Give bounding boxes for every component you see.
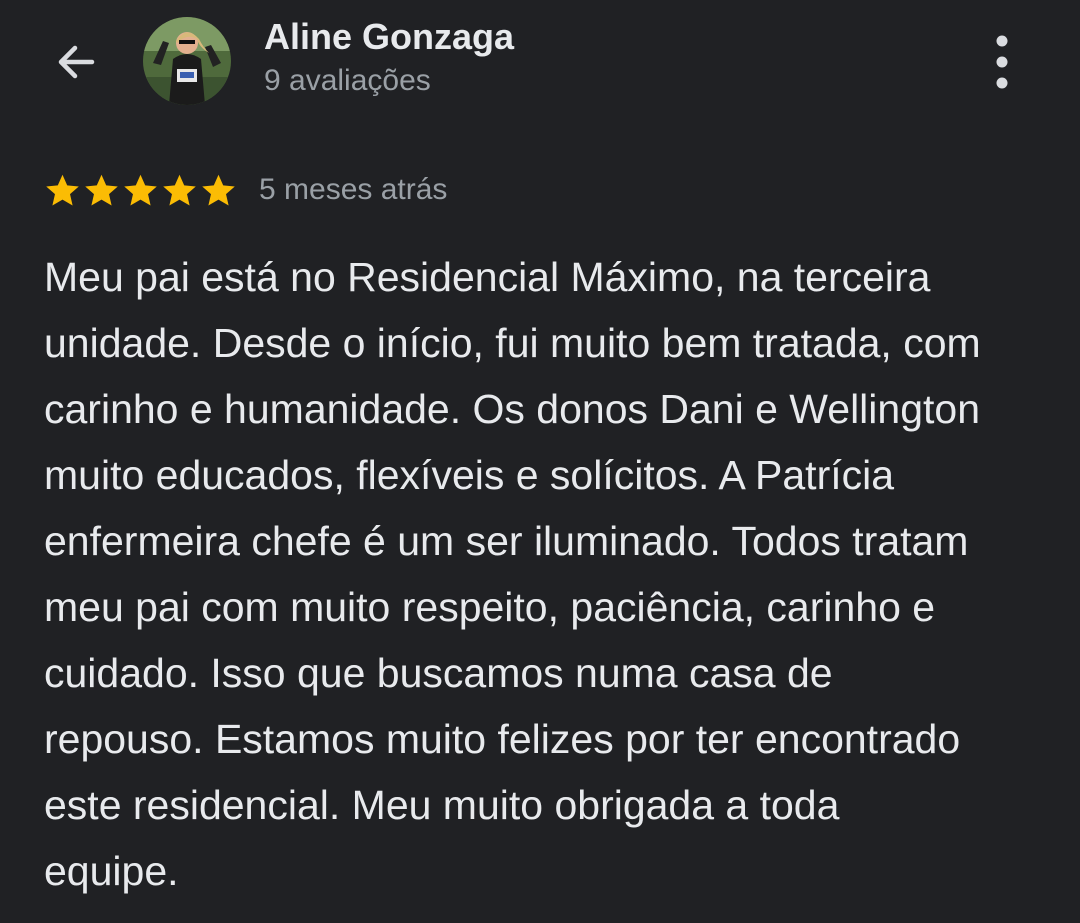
star-icon [124, 174, 157, 206]
review-text: Meu pai está no Residencial Máximo, na t… [44, 254, 981, 894]
reviewer-name[interactable]: Aline Gonzaga [264, 16, 514, 58]
rating-row: 5 meses atrás [44, 168, 447, 212]
star-icon [163, 174, 196, 206]
review-date: 5 meses atrás [259, 173, 448, 206]
arrow-left-icon [58, 45, 95, 79]
more-vert-icon [996, 35, 1008, 89]
profile-photo [143, 17, 231, 105]
star-rating [44, 172, 239, 209]
review-count: 9 avaliações [264, 64, 431, 97]
avatar[interactable] [143, 17, 231, 105]
star-icon [202, 174, 235, 206]
back-button[interactable] [44, 30, 108, 94]
review-header: Aline Gonzaga 9 avaliações [0, 0, 1080, 130]
star-icon [46, 174, 79, 206]
more-options-button[interactable] [972, 30, 1032, 94]
star-icon [85, 174, 118, 206]
